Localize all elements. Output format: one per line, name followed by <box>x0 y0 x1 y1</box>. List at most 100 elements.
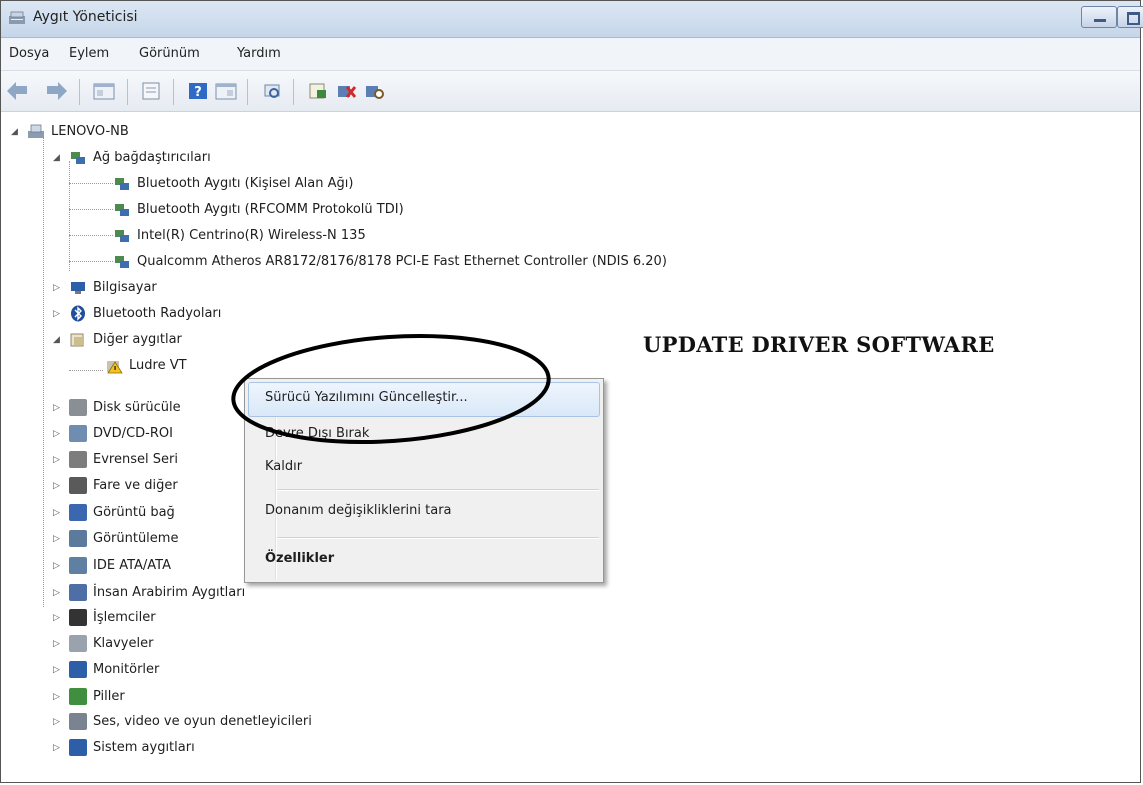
item-label: Bluetooth Aygıtı (RFCOMM Protokolü TDI) <box>137 202 404 217</box>
expand-icon[interactable]: ▷ <box>53 631 60 657</box>
minimize-icon <box>1094 19 1106 22</box>
expand-icon[interactable]: ▷ <box>53 447 60 473</box>
device-category-icon <box>69 399 87 416</box>
expand-icon[interactable]: ▷ <box>53 275 60 301</box>
category-label: Bluetooth Radyoları <box>93 306 222 321</box>
menu-action[interactable]: Eylem <box>69 46 109 61</box>
update-driver-icon[interactable] <box>307 81 329 101</box>
network-adapter-icon <box>71 152 85 164</box>
menu-bar: Dosya Eylem Görünüm Yardım <box>1 38 1140 71</box>
category-label: Disk sürücüle <box>93 400 181 415</box>
item-label: Ludre VT <box>129 358 187 373</box>
expand-icon[interactable]: ▷ <box>53 301 60 327</box>
expand-icon[interactable]: ▷ <box>53 526 60 552</box>
category-label: Ses, video ve oyun denetleyicileri <box>93 714 312 729</box>
category-label: Ağ bağdaştırıcıları <box>93 150 211 165</box>
expand-icon[interactable]: ▷ <box>53 709 60 735</box>
maximize-icon <box>1127 12 1140 25</box>
other-devices-icon <box>70 333 84 347</box>
menu-separator <box>277 489 599 491</box>
menu-uninstall[interactable]: Kaldır <box>265 459 302 474</box>
maximize-button[interactable] <box>1117 6 1143 28</box>
category-label: Klavyeler <box>93 636 154 651</box>
menu-update-driver[interactable]: Sürücü Yazılımını Güncelleştir... <box>265 390 468 405</box>
uninstall-icon[interactable] <box>335 81 357 101</box>
expand-icon[interactable]: ▷ <box>53 605 60 631</box>
expand-icon[interactable]: ▷ <box>53 553 60 579</box>
device-category-icon <box>69 739 87 756</box>
root-label: LENOVO-NB <box>51 124 129 139</box>
expand-icon[interactable]: ▷ <box>53 580 60 606</box>
item-label: Intel(R) Centrino(R) Wireless-N 135 <box>137 228 366 243</box>
tree-line <box>43 137 44 607</box>
tree-line <box>69 235 113 236</box>
action-pane-icon[interactable] <box>215 81 237 101</box>
device-manager-icon <box>9 11 25 24</box>
menu-view[interactable]: Görünüm <box>139 46 200 61</box>
expand-icon[interactable]: ▷ <box>53 395 60 421</box>
collapse-icon[interactable]: ◢ <box>11 119 18 145</box>
category-label: Sistem aygıtları <box>93 740 195 755</box>
collapse-icon[interactable]: ◢ <box>53 327 60 353</box>
menu-file[interactable]: Dosya <box>9 46 49 61</box>
forward-icon[interactable] <box>41 81 67 101</box>
category-label: Görüntü bağ <box>93 505 175 520</box>
category-label: Piller <box>93 689 125 704</box>
menu-separator <box>277 537 599 539</box>
device-category-icon <box>69 477 87 494</box>
category-label: Diğer aygıtlar <box>93 332 182 347</box>
bluetooth-icon <box>71 305 85 322</box>
computer-icon <box>28 124 44 138</box>
back-icon[interactable] <box>7 81 33 101</box>
item-label: Bluetooth Aygıtı (Kişisel Alan Ağı) <box>137 176 354 191</box>
scan-hardware-icon[interactable] <box>261 81 283 101</box>
warning-device-icon <box>107 361 123 374</box>
category-label: Monitörler <box>93 662 160 677</box>
show-hide-console-tree-icon[interactable] <box>93 81 115 101</box>
menu-help[interactable]: Yardım <box>237 46 281 61</box>
expand-icon[interactable]: ▷ <box>53 421 60 447</box>
category-label: DVD/CD-ROI <box>93 426 173 441</box>
tree-line <box>69 370 103 371</box>
tree-line <box>69 161 70 271</box>
expand-icon[interactable]: ▷ <box>53 735 60 761</box>
toolbar: ? <box>1 71 1140 112</box>
annotation-text: UPDATE DRIVER SOFTWARE <box>643 332 995 357</box>
toolbar-separator <box>293 79 294 105</box>
toolbar-separator <box>247 79 248 105</box>
expand-icon[interactable]: ▷ <box>53 657 60 683</box>
item-label: Qualcomm Atheros AR8172/8176/8178 PCI-E … <box>137 254 667 269</box>
properties-icon[interactable] <box>140 81 162 101</box>
expand-icon[interactable]: ▷ <box>53 684 60 710</box>
device-category-icon <box>69 557 87 574</box>
device-category-icon <box>69 530 87 547</box>
collapse-icon[interactable]: ◢ <box>53 145 60 171</box>
device-category-icon <box>69 584 87 601</box>
computer-icon <box>71 282 85 294</box>
title-bar: Aygıt Yöneticisi <box>1 1 1143 38</box>
menu-properties[interactable]: Özellikler <box>265 551 334 566</box>
help-icon[interactable]: ? <box>187 81 209 101</box>
menu-disable[interactable]: Devre Dışı Bırak <box>265 426 369 441</box>
context-menu: Sürücü Yazılımını Güncelleştir... Devre … <box>244 378 604 583</box>
expand-icon[interactable]: ▷ <box>53 473 60 499</box>
expand-icon[interactable]: ▷ <box>53 500 60 526</box>
minimize-button[interactable] <box>1081 6 1117 28</box>
category-label: IDE ATA/ATA <box>93 558 171 573</box>
tree-line <box>69 209 113 210</box>
svg-text:?: ? <box>194 85 202 100</box>
device-manager-window: Aygıt Yöneticisi Dosya Eylem Görünüm Yar… <box>0 0 1143 783</box>
device-category-icon <box>69 425 87 442</box>
menu-scan-hardware[interactable]: Donanım değişikliklerini tara <box>265 503 452 518</box>
network-adapter-icon <box>115 256 129 268</box>
category-label: İşlemciler <box>93 610 156 625</box>
device-category-icon <box>69 661 87 678</box>
disable-icon[interactable] <box>363 81 385 101</box>
network-adapter-icon <box>115 178 129 190</box>
device-category-icon <box>69 635 87 652</box>
tree-line <box>69 261 113 262</box>
toolbar-separator <box>79 79 80 105</box>
device-category-icon <box>69 504 87 521</box>
category-label: Görüntüleme <box>93 531 179 546</box>
toolbar-separator <box>127 79 128 105</box>
